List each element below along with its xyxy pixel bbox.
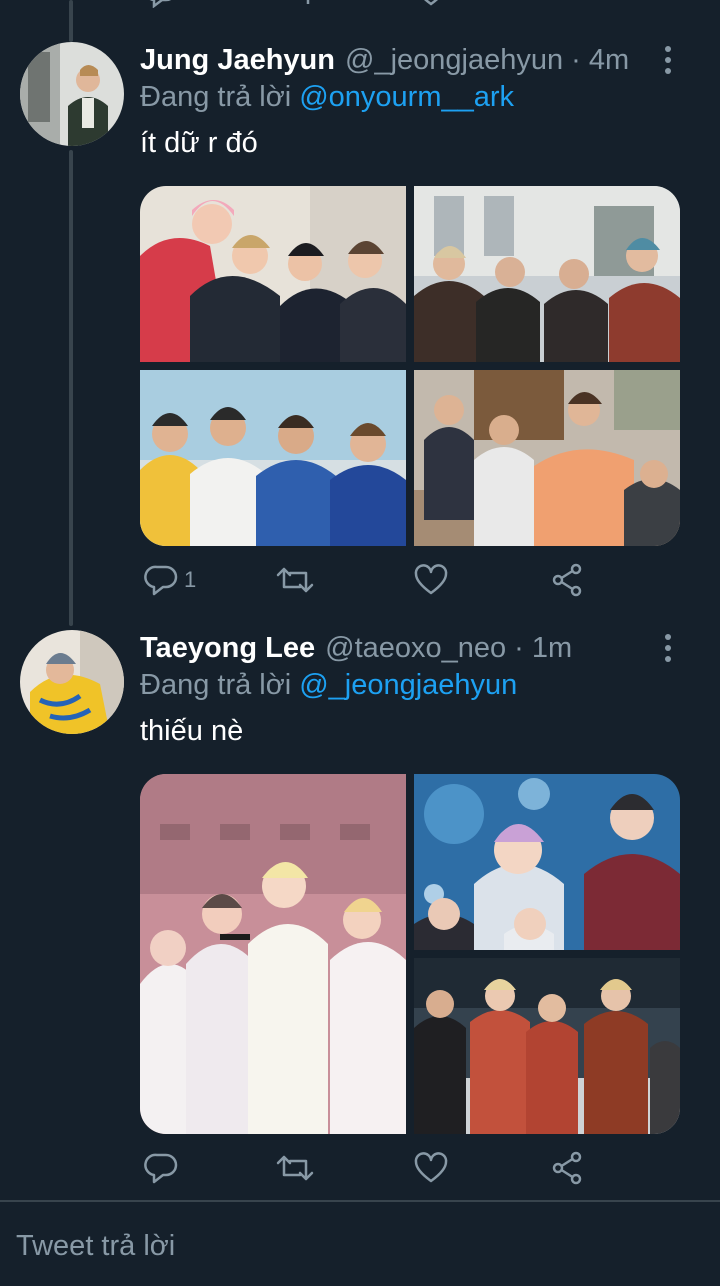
reply-action[interactable] — [144, 1148, 184, 1188]
author-name[interactable]: Taeyong Lee — [140, 632, 315, 665]
reply-icon — [144, 1153, 178, 1184]
share-action[interactable] — [550, 560, 584, 600]
retweet-icon — [276, 1155, 314, 1181]
reply-action[interactable]: 1 — [144, 560, 196, 600]
author-handle[interactable]: @_jeongjaehyun — [345, 44, 563, 77]
tweet-photo[interactable] — [140, 186, 406, 362]
tweet-actions — [140, 1148, 590, 1188]
retweet-action[interactable] — [276, 1148, 314, 1188]
tweet-media-grid — [140, 774, 680, 1134]
heart-icon — [414, 564, 448, 595]
replying-to: Đang trả lời @_jeongjaehyun — [140, 665, 517, 705]
more-vertical-icon[interactable] — [656, 628, 680, 668]
share-icon — [552, 1151, 582, 1185]
tweet-time: · 1m — [514, 631, 573, 664]
author-name[interactable]: Jung Jaehyun — [140, 44, 335, 77]
tweet-photo[interactable] — [140, 370, 406, 546]
retweet-action[interactable] — [276, 560, 314, 600]
retweet-icon — [276, 567, 314, 593]
tweet-time: · 4m — [571, 43, 630, 76]
tweet-header: Taeyong Lee @taeoxo_neo · 1m — [140, 628, 650, 668]
tweet-actions: 1 — [140, 560, 590, 600]
like-action[interactable] — [414, 1148, 448, 1188]
like-action[interactable] — [414, 560, 448, 600]
reply-input[interactable] — [16, 1230, 696, 1263]
share-icon — [552, 563, 582, 597]
share-action[interactable] — [550, 1148, 584, 1188]
reply-composer — [0, 1202, 720, 1286]
tweet-header: Jung Jaehyun @_jeongjaehyun · 4m — [140, 40, 650, 80]
tweet-text: ít dữ r đó — [140, 127, 258, 159]
tweet[interactable]: Taeyong Lee @taeoxo_neo · 1m Đang trả lờ… — [0, 610, 720, 1200]
tweet-photo[interactable] — [414, 774, 680, 950]
replying-to-label: Đang trả lời — [140, 668, 292, 701]
reply-mention-link[interactable]: @_jeongjaehyun — [299, 669, 517, 702]
reply-count: 1 — [184, 567, 197, 592]
tweet[interactable]: Jung Jaehyun @_jeongjaehyun · 4m Đang tr… — [0, 0, 720, 610]
tweet-text: thiếu nè — [140, 715, 244, 747]
tweet-photo[interactable] — [140, 774, 406, 1134]
tweet-photo[interactable] — [414, 370, 680, 546]
avatar[interactable] — [20, 630, 124, 734]
heart-icon — [414, 1152, 448, 1183]
reply-thread-screen: Jung Jaehyun @_jeongjaehyun · 4m Đang tr… — [0, 0, 720, 1286]
tweet-photo[interactable] — [414, 186, 680, 362]
reply-icon — [144, 565, 178, 596]
tweet-photo[interactable] — [414, 958, 680, 1134]
replying-to: Đang trả lời @onyourm__ark — [140, 77, 514, 117]
tweet-media-grid — [140, 186, 680, 546]
more-vertical-icon[interactable] — [656, 40, 680, 80]
replying-to-label: Đang trả lời — [140, 80, 292, 113]
reply-mention-link[interactable]: @onyourm__ark — [299, 81, 514, 114]
avatar[interactable] — [20, 42, 124, 146]
author-handle[interactable]: @taeoxo_neo — [325, 632, 506, 665]
